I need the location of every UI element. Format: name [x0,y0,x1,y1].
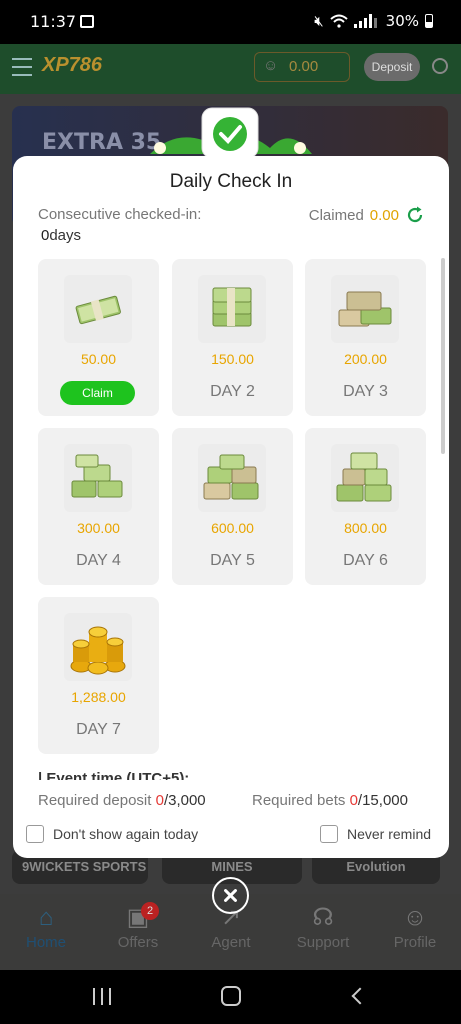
day-label: DAY 7 [76,721,121,738]
consecutive-unit: days [49,227,82,244]
home-button-icon[interactable] [221,986,241,1006]
user-icon: ☺ [402,904,428,931]
cash-stack-icon [198,275,266,343]
consecutive-label: Consecutive checked-in: [38,206,202,223]
day-amount: 600.00 [211,520,254,536]
cash-stack-icon [331,275,399,343]
required-bets-current: 0 [349,792,358,809]
cash-stack-icon [198,444,266,512]
day-card-6[interactable]: 800.00 DAY 6 [305,428,426,585]
required-deposit-current: 0 [155,792,164,809]
headset-icon: ☊ [312,904,334,931]
claimed-amount: 0.00 [369,206,399,224]
day-amount: 150.00 [211,351,254,367]
dont-show-today-checkbox[interactable] [26,825,44,843]
day-card-4[interactable]: 300.00 DAY 4 [38,428,159,585]
nav-offers[interactable]: ▣ 2 Offers [103,902,173,951]
claimed-row: Claimed 0.00 [309,205,425,225]
required-bets-label: Required bets [252,792,346,809]
day-card-2[interactable]: 150.00 DAY 2 [172,259,293,416]
refresh-icon[interactable] [405,205,425,225]
daily-checkin-modal: Daily Check In Consecutive checked-in: 0… [13,156,449,858]
never-remind-checkbox[interactable] [320,825,338,843]
battery-icon [425,14,433,28]
menu-icon[interactable] [12,58,32,76]
never-remind-option[interactable]: Never remind [320,825,431,843]
gold-coins-icon [64,613,132,681]
day-label: DAY 6 [343,552,388,569]
day-amount: 1,288.00 [71,689,126,705]
check-badge-decoration [150,107,312,159]
gift-icon: ▣ [126,904,150,931]
nav-offers-label: Offers [117,934,159,951]
nav-support[interactable]: ☊ Support [288,902,358,951]
recent-apps-icon[interactable] [93,988,111,1005]
day-label: DAY 4 [76,552,121,569]
mute-icon: 🔇︎ [314,12,324,30]
day-amount: 50.00 [80,351,117,367]
never-remind-label: Never remind [347,826,432,842]
claim-button[interactable]: Claim [60,381,135,405]
close-modal-button[interactable] [212,877,249,914]
gallery-icon [80,15,94,28]
nav-home[interactable]: ⌂ Home [11,902,81,951]
nav-home-label: Home [25,934,66,951]
cash-stack-icon [331,444,399,512]
status-icons: 🔇︎ 30% [314,12,433,30]
home-icon: ⌂ [38,904,54,931]
day-amount: 300.00 [77,520,120,536]
clock: 11:37 [30,12,77,31]
consecutive-value: 0days [41,227,81,244]
day-card-1[interactable]: 50.00 Claim [38,259,159,416]
day-card-7[interactable]: 1,288.00 DAY 7 [38,597,159,754]
nav-profile-label: Profile [393,934,437,951]
android-nav-bar [0,970,461,1024]
required-bets-total: /15,000 [357,792,408,809]
day-label: DAY 5 [210,552,255,569]
nav-agent-label: Agent [211,934,251,951]
dont-show-today-option[interactable]: Don't show again today [26,825,198,843]
required-bets: Required bets 0/15,000 [252,792,408,809]
cash-stack-icon [64,275,132,343]
day-amount: 800.00 [344,520,387,536]
nav-profile[interactable]: ☺ Profile [380,902,450,951]
event-time-heading: | Event time (UTC+5): [38,770,190,780]
battery-percent: 30% [385,12,419,30]
signal-icon [353,14,377,28]
modal-title: Daily Check In [169,171,293,192]
status-bar: 11:37 🔇︎ 30% [0,0,461,44]
modal-scrollbar[interactable] [441,258,445,454]
day-label: DAY 2 [210,383,255,400]
back-icon[interactable] [351,987,369,1005]
required-deposit-total: /3,000 [163,792,206,809]
search-icon[interactable] [432,58,448,74]
wifi-icon [329,14,348,28]
day-label: DAY 3 [343,383,388,400]
deposit-button[interactable]: Deposit [364,53,420,81]
required-deposit-label: Required deposit [38,792,152,809]
required-deposit: Required deposit 0/3,000 [38,792,206,809]
claimed-label: Claimed [308,206,364,224]
dont-show-today-label: Don't show again today [53,826,199,842]
nav-support-label: Support [296,934,350,951]
app-logo: XP786 [42,54,103,76]
cash-stack-icon [64,444,132,512]
app-header: XP786 0.00 Deposit [0,44,461,94]
offers-badge: 2 [141,902,159,920]
day-card-3[interactable]: 200.00 DAY 3 [305,259,426,416]
day-amount: 200.00 [344,351,387,367]
wallet-balance[interactable]: 0.00 [254,52,350,82]
day-card-5[interactable]: 600.00 DAY 5 [172,428,293,585]
